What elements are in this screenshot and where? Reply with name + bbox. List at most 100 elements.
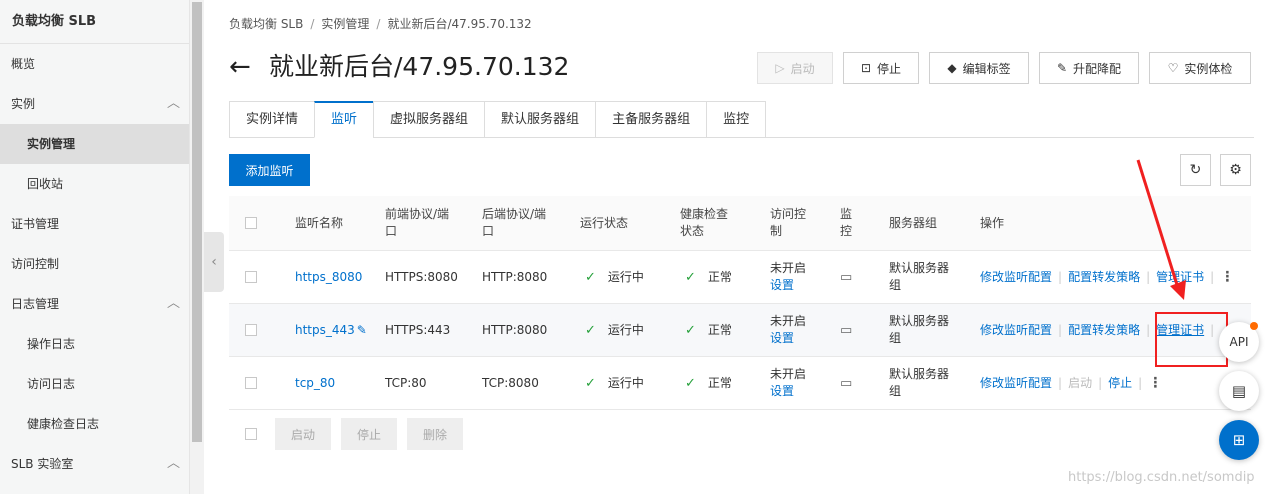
button-label: 停止 — [877, 61, 902, 76]
op-separator: | — [1146, 322, 1151, 337]
table-row: https_8080 HTTPS:8080 HTTP:8080 ✓ 运行中 ✓ 正常… — [229, 251, 1251, 304]
sidebar-group-instance[interactable]: 实例 ︿ — [0, 84, 189, 124]
forwarding-rules-link[interactable]: 配置转发策略 — [1068, 322, 1140, 339]
check-icon: ✓ — [585, 322, 596, 338]
listener-table: 监听名称 前端协议/端口 后端协议/端口 运行状态 健康检查状态 访问控制 监控… — [229, 196, 1251, 410]
sidebar-item-label: 实例 — [11, 97, 36, 111]
tab-instance-details[interactable]: 实例详情 — [229, 101, 315, 138]
acl-settings-link[interactable]: 设置 — [770, 277, 794, 294]
sidebar-item-access-logs[interactable]: 访问日志 — [0, 364, 189, 404]
edit-listener-link[interactable]: 修改监听配置 — [980, 269, 1052, 286]
check-icon: ✓ — [685, 269, 696, 285]
tab-listeners[interactable]: 监听 — [314, 101, 374, 138]
monitor-chart-icon[interactable]: ▭ — [840, 375, 852, 392]
chat-float-button[interactable]: ▤ — [1219, 371, 1259, 411]
check-icon: ✓ — [685, 375, 696, 391]
sidebar-item-overview[interactable]: 概览 — [0, 44, 189, 84]
sidebar-brand[interactable]: 负载均衡 SLB — [0, 0, 189, 44]
upgrade-button[interactable]: ✎ 升配降配 — [1039, 52, 1139, 84]
row-checkbox[interactable] — [245, 324, 257, 336]
acl-settings-link[interactable]: 设置 — [770, 383, 794, 400]
sidebar-item-certificates[interactable]: 证书管理 — [0, 204, 189, 244]
breadcrumb-item[interactable]: 实例管理 — [321, 17, 369, 31]
listener-name-link[interactable]: https_8080 — [295, 251, 362, 303]
edit-icon: ✎ — [1056, 61, 1068, 75]
acl-status: 未开启 — [770, 367, 807, 381]
tab-master-slave-groups[interactable]: 主备服务器组 — [595, 101, 707, 138]
table-row: https_443 ✎ HTTPS:443 HTTP:8080 ✓ 运行中 ✓ 正常 … — [229, 304, 1251, 357]
col-acl: 访问控制 — [770, 207, 807, 238]
stop-button[interactable]: ⊡ 停止 — [843, 52, 919, 84]
row-checkbox-cell — [245, 357, 257, 409]
edit-listener-link[interactable]: 修改监听配置 — [980, 375, 1052, 392]
pencil-icon[interactable]: ✎ — [357, 322, 367, 339]
sidebar-item-label: 日志管理 — [11, 297, 60, 311]
op-separator: | — [1138, 375, 1143, 390]
acl-settings-link[interactable]: 设置 — [770, 330, 794, 347]
status-text: 运行中 — [607, 322, 644, 337]
op-separator: | — [1210, 269, 1215, 284]
annotation-arrow-icon — [1136, 159, 1186, 300]
start-button[interactable]: ▷ 启动 — [757, 52, 833, 84]
apps-float-button[interactable]: ⊞ — [1219, 420, 1259, 460]
sidebar-collapse-handle[interactable]: ‹ — [204, 232, 224, 292]
sidebar-item-recycle-bin[interactable]: 回收站 — [0, 164, 189, 204]
settings-button[interactable]: ⚙ — [1220, 154, 1251, 186]
scrollbar-thumb[interactable] — [192, 2, 202, 442]
monitor-cell: ▭ — [840, 304, 852, 356]
monitor-chart-icon[interactable]: ▭ — [840, 269, 852, 286]
listener-name-text[interactable]: https_443 — [295, 322, 355, 339]
select-all-checkbox[interactable] — [245, 217, 257, 229]
stop-listener-link[interactable]: 停止 — [1108, 375, 1132, 392]
more-options-icon[interactable]: ⋮ — [1148, 375, 1162, 392]
status-cell: ✓ 运行中 — [585, 251, 644, 303]
row-checkbox[interactable] — [245, 271, 257, 283]
sidebar-item-health-logs[interactable]: 健康检查日志 — [0, 404, 189, 444]
bulk-delete-button[interactable]: 删除 — [407, 418, 463, 450]
server-group-cell: 默认服务器组 — [889, 261, 950, 292]
health-cell: ✓ 正常 — [685, 357, 732, 409]
check-icon: ✓ — [585, 375, 596, 391]
sidebar-item-access-control[interactable]: 访问控制 — [0, 244, 189, 284]
frontend-cell: HTTPS:8080 — [385, 269, 458, 284]
edit-tags-button[interactable]: ◆ 编辑标签 — [929, 52, 1029, 84]
breadcrumb-separator: / — [310, 17, 315, 31]
sidebar-item-operation-logs[interactable]: 操作日志 — [0, 324, 189, 364]
health-text: 正常 — [707, 322, 732, 337]
row-checkbox-cell — [245, 304, 257, 356]
start-listener-link[interactable]: 启动 — [1068, 375, 1092, 392]
listener-name-link[interactable]: tcp_80 — [295, 357, 335, 409]
bulk-start-button[interactable]: 启动 — [275, 418, 331, 450]
add-listener-button[interactable]: 添加监听 — [229, 154, 310, 186]
breadcrumb-item[interactable]: 负载均衡 SLB — [229, 17, 303, 31]
sidebar-item-instance-management[interactable]: 实例管理 — [0, 124, 189, 164]
button-label: 升配降配 — [1073, 61, 1122, 76]
frontend-cell: HTTPS:443 — [385, 322, 451, 337]
more-options-icon[interactable]: ⋮ — [1220, 269, 1234, 286]
listener-name-link[interactable]: https_443 ✎ — [295, 304, 367, 356]
row-checkbox[interactable] — [245, 377, 257, 389]
tab-vserver-groups[interactable]: 虚拟服务器组 — [373, 101, 485, 138]
backend-cell: HTTP:8080 — [482, 269, 548, 284]
sidebar: 负载均衡 SLB 概览 实例 ︿ 实例管理 回收站 证书管理 访问控制 日志管理 ︿… — [0, 0, 190, 494]
back-arrow-icon[interactable]: ← — [229, 52, 251, 82]
page-title: 就业新后台/47.95.70.132 — [269, 52, 570, 81]
sidebar-item-label: 操作日志 — [27, 337, 76, 351]
sidebar-group-slb-lab[interactable]: SLB 实验室 ︿ — [0, 444, 189, 484]
monitor-chart-icon[interactable]: ▭ — [840, 322, 852, 339]
tab-monitoring[interactable]: 监控 — [706, 101, 767, 138]
bulk-stop-button[interactable]: 停止 — [341, 418, 397, 450]
sidebar-group-logs[interactable]: 日志管理 ︿ — [0, 284, 189, 324]
api-label: API — [1229, 335, 1249, 349]
heart-icon: ♡ — [1167, 61, 1179, 75]
sidebar-scrollbar[interactable] — [190, 0, 204, 494]
tab-default-server-group[interactable]: 默认服务器组 — [484, 101, 596, 138]
health-check-button[interactable]: ♡ 实例体检 — [1149, 52, 1251, 84]
edit-listener-link[interactable]: 修改监听配置 — [980, 322, 1052, 339]
sidebar-item-label: 访问日志 — [27, 377, 76, 391]
col-health: 健康检查状态 — [680, 207, 729, 238]
acl-status: 未开启 — [770, 261, 807, 275]
bulk-select-checkbox[interactable] — [245, 428, 257, 440]
op-separator: | — [1098, 375, 1103, 390]
status-cell: ✓ 运行中 — [585, 304, 644, 356]
